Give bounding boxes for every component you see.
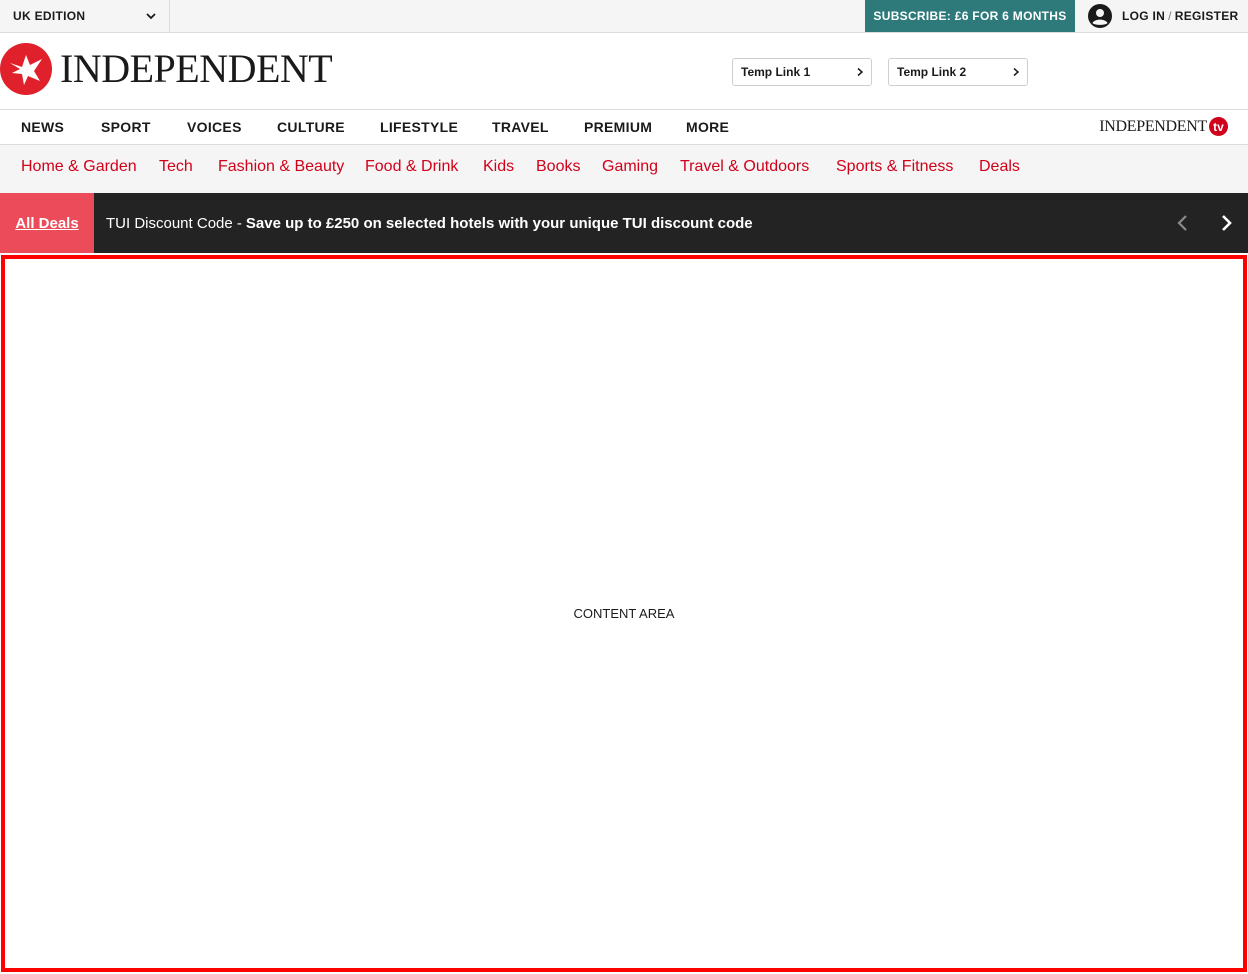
deals-ticker: All Deals TUI Discount Code - Save up to… (0, 193, 1248, 253)
independent-tv-wordmark: INDEPENDENT (1099, 117, 1207, 135)
chevron-right-icon (857, 67, 864, 77)
temp-link-1[interactable]: Temp Link 1 (732, 58, 872, 86)
chevron-right-icon[interactable] (1215, 212, 1237, 234)
edition-label: UK EDITION (13, 9, 86, 23)
deal-headline-link[interactable]: TUI Discount Code - Save up to £250 on s… (106, 193, 753, 253)
deal-description: Save up to £250 on selected hotels with … (245, 214, 753, 232)
subnav-item-travel-outdoors[interactable]: Travel & Outdoors (680, 145, 809, 189)
temp-link-1-label: Temp Link 1 (741, 65, 811, 79)
independent-tv-link[interactable]: INDEPENDENT tv (1099, 117, 1228, 136)
register-label[interactable]: REGISTER (1175, 9, 1239, 23)
logo-wordmark: INDEPENDENT (60, 46, 333, 91)
chevron-right-icon (1013, 67, 1020, 77)
subnav-item-home-garden[interactable]: Home & Garden (21, 145, 137, 189)
deal-title: TUI Discount Code - (106, 214, 242, 232)
nav-item-travel[interactable]: TRAVEL (492, 110, 549, 144)
tv-badge: tv (1209, 117, 1228, 136)
all-deals-link[interactable]: All Deals (0, 193, 94, 253)
nav-item-more[interactable]: MORE (686, 110, 729, 144)
subnav-item-fashion-beauty[interactable]: Fashion & Beauty (218, 145, 344, 189)
eagle-logo-icon (0, 43, 52, 95)
content-placeholder-text: CONTENT AREA (573, 606, 675, 621)
nav-item-news[interactable]: NEWS (21, 110, 64, 144)
login-label[interactable]: LOG IN (1122, 9, 1165, 23)
user-account-icon (1088, 4, 1112, 28)
chevron-left-icon[interactable] (1172, 212, 1194, 234)
subnav-item-food-drink[interactable]: Food & Drink (365, 145, 458, 189)
nav-item-lifestyle[interactable]: LIFESTYLE (380, 110, 458, 144)
nav-item-culture[interactable]: CULTURE (277, 110, 345, 144)
subnav-item-deals[interactable]: Deals (979, 145, 1020, 189)
content-area: CONTENT AREA (1, 255, 1247, 972)
sub-navigation: Home & Garden Tech Fashion & Beauty Food… (0, 145, 1248, 193)
login-separator: / (1168, 9, 1172, 23)
edition-selector[interactable]: UK EDITION (0, 0, 170, 32)
subnav-item-kids[interactable]: Kids (483, 145, 514, 189)
login-register-link[interactable]: LOG IN / REGISTER (1076, 0, 1248, 32)
temp-link-2-label: Temp Link 2 (897, 65, 967, 79)
nav-item-voices[interactable]: VOICES (187, 110, 242, 144)
nav-item-sport[interactable]: SPORT (101, 110, 151, 144)
main-navigation: NEWS SPORT VOICES CULTURE LIFESTYLE TRAV… (0, 110, 1248, 145)
chevron-down-icon (146, 13, 156, 20)
subnav-item-books[interactable]: Books (536, 145, 580, 189)
top-utility-bar: UK EDITION SUBSCRIBE: £6 FOR 6 MONTHS LO… (0, 0, 1248, 33)
subnav-item-tech[interactable]: Tech (159, 145, 193, 189)
temp-link-2[interactable]: Temp Link 2 (888, 58, 1028, 86)
masthead: INDEPENDENT Temp Link 1 Temp Link 2 (0, 33, 1248, 110)
site-logo[interactable]: INDEPENDENT (0, 43, 333, 95)
subnav-item-gaming[interactable]: Gaming (602, 145, 658, 189)
subnav-item-sports-fitness[interactable]: Sports & Fitness (836, 145, 953, 189)
subscribe-button[interactable]: SUBSCRIBE: £6 FOR 6 MONTHS (865, 0, 1075, 32)
nav-item-premium[interactable]: PREMIUM (584, 110, 652, 144)
